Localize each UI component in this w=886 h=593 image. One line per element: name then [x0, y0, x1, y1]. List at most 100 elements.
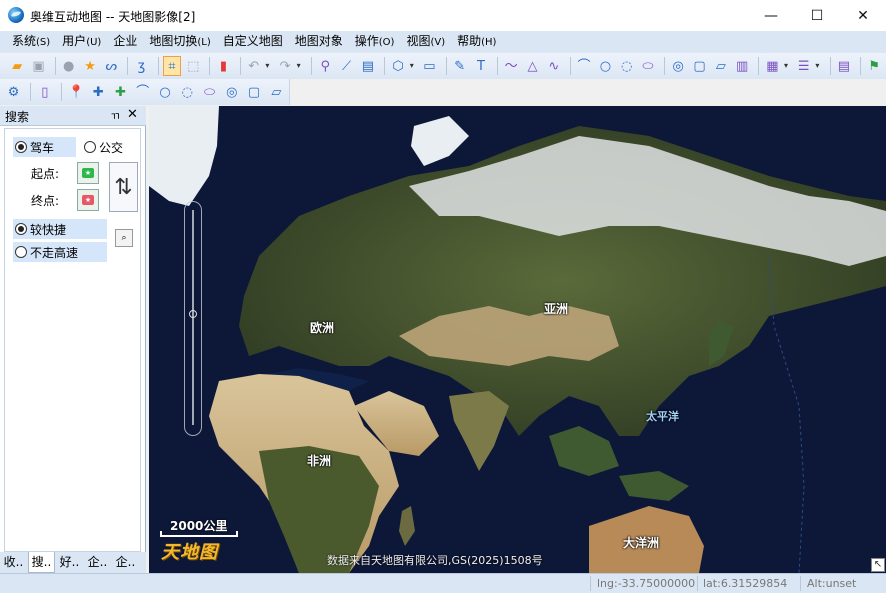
pin-green-icon[interactable]: ✚: [111, 82, 130, 102]
satellite-imagery: [149, 106, 886, 573]
rect-round-icon[interactable]: ▢: [244, 82, 263, 102]
tab-search[interactable]: 搜..: [28, 552, 55, 573]
menu-operation[interactable]: 操作(O): [349, 30, 401, 54]
dashed-rect-icon[interactable]: ⬚: [184, 56, 202, 76]
menu-view[interactable]: 视图(V): [400, 30, 451, 54]
menu-map-switch[interactable]: 地图切换(L): [143, 30, 216, 54]
parallelogram-icon[interactable]: ▱: [712, 56, 730, 76]
app-window: 奥维互动地图 -- 天地图影像[2] — ☐ ✕ 系统(S) 用户(U) 企业 …: [0, 0, 886, 593]
curve-icon[interactable]: ∿: [545, 56, 563, 76]
menu-map-objects[interactable]: 地图对象: [289, 30, 349, 54]
end-point-button[interactable]: ★: [77, 189, 99, 211]
flag-icon[interactable]: ⚑: [865, 56, 883, 76]
arc-ccw-icon[interactable]: ◌: [618, 56, 636, 76]
ellipse-icon[interactable]: ⬭: [200, 82, 219, 102]
delete-icon[interactable]: ▮: [214, 56, 232, 76]
arc-icon[interactable]: ⌒: [133, 82, 152, 102]
triangle-icon[interactable]: △: [523, 56, 541, 76]
window-title: 奥维互动地图 -- 天地图影像[2]: [30, 10, 196, 24]
toolbar-separator: [664, 57, 666, 75]
stripes-icon[interactable]: ▥: [733, 56, 751, 76]
menu-system[interactable]: 系统(S): [6, 30, 56, 54]
undo-icon[interactable]: ↶: [245, 56, 263, 76]
option-fast-radio[interactable]: 较快捷: [13, 219, 107, 239]
undo-dropdown-icon[interactable]: ▾: [262, 56, 273, 76]
menu-help[interactable]: 帮助(H): [451, 30, 502, 54]
map-label-oceania: 大洋洲: [623, 536, 660, 550]
ellipse-icon[interactable]: ⬭: [639, 56, 657, 76]
pin-panel-icon[interactable]: ㄲ: [110, 108, 120, 124]
elevation-icon[interactable]: ▤: [359, 56, 377, 76]
tab-favorites[interactable]: 收..: [0, 552, 27, 573]
close-panel-icon[interactable]: ✕: [127, 107, 138, 122]
redo-dropdown-icon[interactable]: ▾: [293, 56, 304, 76]
rect-round-icon[interactable]: ▢: [690, 56, 708, 76]
mode-drive-radio[interactable]: 驾车: [13, 137, 76, 157]
toolbar-separator: [497, 57, 499, 75]
menu-enterprise[interactable]: 企业: [107, 30, 143, 54]
tianditu-logo: 天地图: [161, 542, 218, 563]
map-corner-resize-icon[interactable]: ↖: [871, 558, 885, 572]
status-longitude: lng:-33.75000000: [597, 577, 696, 590]
toolbar-separator: [157, 57, 159, 75]
polygon-dropdown-icon[interactable]: ▾: [406, 56, 417, 76]
star-icon[interactable]: ★: [81, 56, 99, 76]
save-icon[interactable]: ▣: [29, 56, 47, 76]
select-icon[interactable]: ⌗: [162, 56, 182, 76]
map-view[interactable]: 欧洲 亚洲 太平洋 非洲 大洋洲 2000公里 天地图 数据来自天地图有限公司,…: [149, 106, 886, 573]
polygon-icon[interactable]: ⬡: [389, 56, 407, 76]
tab-friends[interactable]: 好..: [56, 552, 83, 573]
start-flag-icon: ★: [82, 168, 94, 178]
list-dropdown-icon[interactable]: ▾: [812, 56, 823, 76]
redo-icon[interactable]: ↷: [276, 56, 294, 76]
zoom-slider-handle[interactable]: [189, 310, 197, 318]
title-bar: 奥维互动地图 -- 天地图影像[2] — ☐ ✕: [0, 0, 886, 31]
marker-icon[interactable]: ⚲: [316, 56, 334, 76]
mode-bus-radio[interactable]: 公交: [82, 137, 140, 157]
pin-blue-icon[interactable]: ✚: [89, 82, 108, 102]
circle-fill-icon[interactable]: ◎: [222, 82, 241, 102]
status-latitude: lat:6.31529854: [703, 577, 788, 590]
layers-dropdown-icon[interactable]: ▾: [781, 56, 792, 76]
polyline-icon[interactable]: 〜: [502, 56, 520, 76]
settings-icon[interactable]: ⚙: [4, 82, 23, 102]
toolbar-separator: [311, 57, 313, 75]
swap-points-button[interactable]: ⇅: [109, 162, 138, 212]
menu-user[interactable]: 用户(U): [56, 30, 107, 54]
option-fast-label: 较快捷: [30, 222, 67, 237]
minimize-button[interactable]: —: [748, 0, 794, 31]
toolbar-separator: [209, 57, 211, 75]
file-icon[interactable]: ▯: [35, 82, 54, 102]
circle-fill-icon[interactable]: ◎: [669, 56, 687, 76]
arc-icon[interactable]: ⌒: [575, 56, 593, 76]
circle-icon[interactable]: ○: [596, 56, 614, 76]
start-point-label: 起点:: [31, 167, 60, 181]
ruler-icon[interactable]: ⟋: [337, 56, 355, 76]
option-no-highway-radio[interactable]: 不走高速: [13, 242, 107, 262]
search-route-icon[interactable]: ⌕: [115, 229, 133, 247]
start-point-button[interactable]: ★: [77, 162, 99, 184]
list-icon[interactable]: ☰: [795, 56, 813, 76]
text-icon[interactable]: T: [472, 56, 490, 76]
zoom-slider[interactable]: [184, 201, 202, 436]
video-icon[interactable]: ▭: [420, 56, 438, 76]
arc-ccw-icon[interactable]: ◌: [178, 82, 197, 102]
tab-enterprise-2[interactable]: 企..: [112, 552, 139, 573]
menu-custom-map[interactable]: 自定义地图: [217, 30, 289, 54]
close-button[interactable]: ✕: [840, 0, 886, 31]
table-icon[interactable]: ▤: [835, 56, 853, 76]
folder-open-icon[interactable]: ▰: [8, 56, 26, 76]
user-icon[interactable]: ●: [60, 56, 78, 76]
maximize-button[interactable]: ☐: [794, 0, 840, 31]
3d-icon[interactable]: ʒ: [132, 56, 150, 76]
toolbar-separator: [569, 57, 571, 75]
pin-yellow-icon[interactable]: 📍: [66, 82, 85, 102]
tab-enterprise-1[interactable]: 企..: [84, 552, 111, 573]
toolbar-separator: [127, 57, 129, 75]
route-icon[interactable]: ᔕ: [102, 56, 120, 76]
pin-icon[interactable]: ✎: [450, 56, 468, 76]
parallelogram-icon[interactable]: ▱: [267, 82, 286, 102]
circle-icon[interactable]: ○: [155, 82, 174, 102]
toolbar-separator: [758, 57, 760, 75]
layers-icon[interactable]: ▦: [763, 56, 781, 76]
